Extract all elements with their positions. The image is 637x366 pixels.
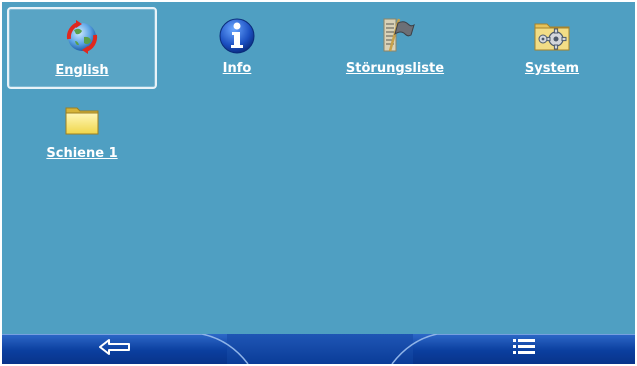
desktop-item-system[interactable]: System — [477, 7, 627, 89]
screen: English Info Störungsliste System Schien… — [0, 0, 637, 366]
folder-icon — [62, 100, 102, 140]
globe-arrows-icon — [62, 17, 102, 57]
folder-gear-icon — [532, 15, 572, 55]
desktop-item-schiene-1[interactable]: Schiene 1 — [7, 92, 157, 174]
menu-list-icon — [512, 337, 536, 361]
desktop: English Info Störungsliste System Schien… — [2, 2, 635, 334]
desktop-item-label: System — [524, 61, 580, 76]
desktop-item-label: Störungsliste — [345, 61, 445, 76]
taskbar — [2, 334, 635, 364]
menu-button[interactable] — [413, 334, 635, 364]
back-button[interactable] — [2, 334, 227, 364]
info-icon — [217, 15, 257, 55]
flag-list-icon — [375, 15, 415, 55]
desktop-item-english[interactable]: English — [7, 7, 157, 89]
desktop-item-label: Info — [222, 61, 252, 76]
desktop-item-label: English — [55, 63, 109, 78]
back-arrow-icon — [98, 338, 132, 360]
desktop-item-label: Schiene 1 — [46, 146, 118, 161]
desktop-item-info[interactable]: Info — [162, 7, 312, 89]
desktop-item-stoerungsliste[interactable]: Störungsliste — [320, 7, 470, 89]
